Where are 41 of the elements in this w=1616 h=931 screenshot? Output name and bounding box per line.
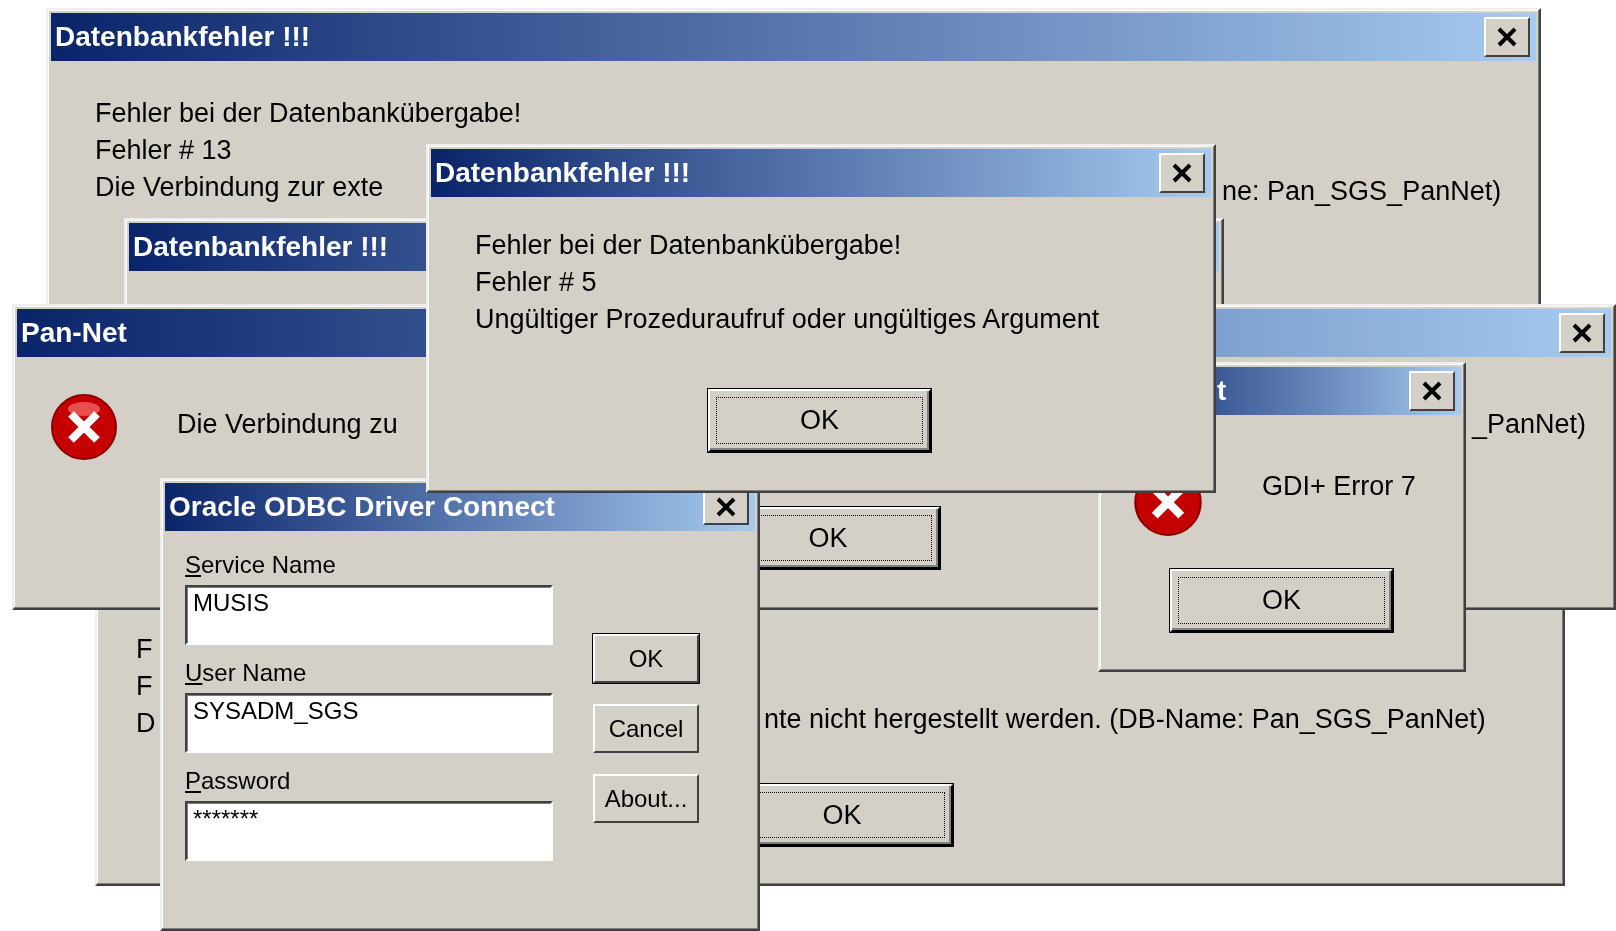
input-field[interactable]: SYSADM_SGS bbox=[185, 693, 553, 753]
window-title: Datenbankfehler !!! bbox=[55, 21, 311, 53]
close-icon bbox=[1421, 381, 1443, 401]
message-text: Die Verbindung zur exte bbox=[95, 171, 384, 204]
close-button[interactable] bbox=[1409, 371, 1455, 411]
message-text: F bbox=[136, 670, 153, 703]
message-text: Fehler bei der Datenbankübergabe! bbox=[475, 229, 902, 262]
window-title: t bbox=[1216, 375, 1227, 407]
message-text: ne: Pan_SGS_PanNet) bbox=[1222, 175, 1502, 208]
window-title: Oracle ODBC Driver Connect bbox=[169, 491, 555, 523]
message-text: Fehler # 5 bbox=[475, 266, 597, 299]
close-button[interactable] bbox=[1559, 313, 1605, 353]
ok-button[interactable]: OK bbox=[708, 389, 931, 452]
message-text: Fehler # 13 bbox=[95, 134, 232, 167]
message-text: GDI+ Error 7 bbox=[1262, 470, 1416, 503]
window-title: Pan-Net bbox=[21, 317, 127, 349]
dialog-button[interactable]: Cancel bbox=[593, 704, 699, 753]
ok-button[interactable]: OK bbox=[1170, 569, 1393, 632]
message-text: nte nicht hergestellt werden. (DB-Name: Pan_SGS_PanNet) bbox=[764, 703, 1486, 736]
message-text: F bbox=[136, 633, 153, 666]
message-text: Ungültiger Prozeduraufruf oder ungültiges Argument bbox=[475, 303, 1100, 336]
close-icon bbox=[715, 497, 737, 517]
window-title: Datenbankfehler !!! bbox=[133, 231, 389, 263]
input-field[interactable]: MUSIS bbox=[185, 585, 553, 645]
input-field[interactable]: ******* bbox=[185, 801, 553, 861]
close-button[interactable] bbox=[1159, 153, 1205, 193]
dialog-button[interactable]: OK bbox=[593, 634, 699, 683]
close-icon bbox=[1571, 323, 1593, 343]
dialog-button[interactable]: About... bbox=[593, 774, 699, 823]
window-title: Datenbankfehler !!! bbox=[435, 157, 691, 189]
error-icon bbox=[50, 393, 118, 461]
close-icon bbox=[1171, 163, 1193, 183]
message-text: _PanNet) bbox=[1472, 408, 1587, 441]
field-label: User Name bbox=[185, 658, 307, 688]
message-text: Fehler bei der Datenbankübergabe! bbox=[95, 97, 522, 130]
field-label: Password bbox=[185, 766, 291, 796]
message-text: D bbox=[136, 707, 156, 740]
close-button[interactable] bbox=[1484, 17, 1530, 57]
message-text: Die Verbindung zu bbox=[177, 408, 398, 441]
close-icon bbox=[1496, 27, 1518, 47]
field-label: Service Name bbox=[185, 550, 336, 580]
